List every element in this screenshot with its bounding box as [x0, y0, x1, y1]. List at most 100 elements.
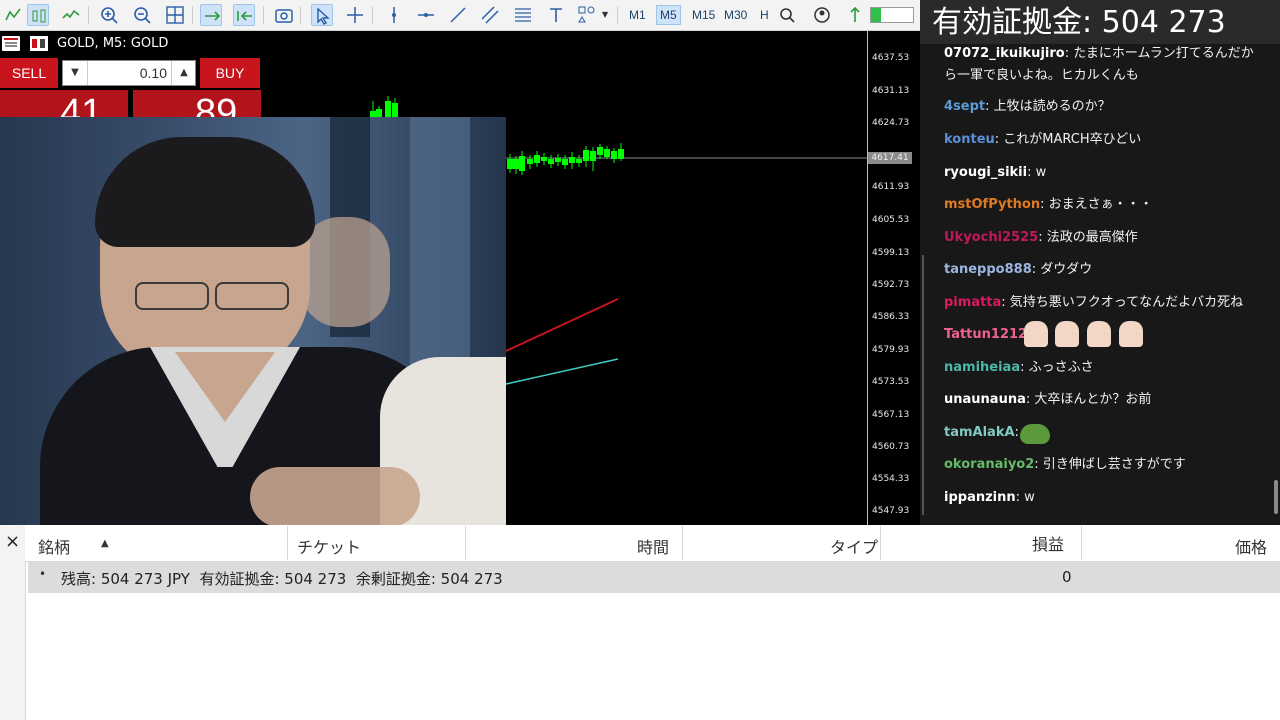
moving-average-teal — [505, 358, 619, 385]
shapes-icon[interactable] — [576, 4, 598, 26]
column-ticket[interactable]: チケット — [297, 534, 361, 558]
chat-username[interactable]: ryougi_sikii — [944, 165, 1027, 180]
candle-body — [569, 157, 575, 163]
price-tick-label: 4592.73 — [872, 280, 910, 290]
close-icon[interactable]: × — [5, 531, 20, 552]
chat-username[interactable]: mstOfPython — [944, 197, 1040, 212]
candle-body — [583, 150, 589, 161]
column-price[interactable]: 価格 — [1235, 534, 1267, 558]
volume-value[interactable]: 0.10 — [87, 61, 167, 85]
timeframe-m5[interactable]: M5 — [656, 5, 681, 25]
moving-average-red — [505, 298, 619, 352]
timeframe-m30[interactable]: M30 — [721, 5, 750, 25]
chat-message: mstOfPython: おまえさぁ・・・ — [944, 197, 1153, 212]
balance-text: 残高: 504 273 JPY 有効証拠金: 504 273 余剰証拠金: 50… — [61, 570, 503, 588]
signal-icon[interactable] — [844, 4, 866, 26]
price-tick-label: 4554.33 — [872, 474, 910, 484]
chat-username[interactable]: Ukyochi2525 — [944, 230, 1038, 245]
account-icon[interactable] — [811, 4, 833, 26]
candlestick-chart-icon[interactable] — [27, 4, 49, 26]
column-time[interactable]: 時間 — [637, 534, 669, 558]
candle-body — [534, 155, 540, 163]
column-type[interactable]: タイプ — [830, 534, 878, 558]
price-tick-label: 4573.53 — [872, 377, 910, 387]
tattun-emotes — [1024, 321, 1154, 349]
chat-message: konteu: これがMARCH卒ひどい — [944, 132, 1142, 147]
chat-username[interactable]: 4sept — [944, 99, 985, 114]
chat-username[interactable]: Tattun1212 — [944, 327, 1027, 342]
price-tick-label: 4611.93 — [872, 182, 910, 192]
chat-username[interactable]: 07072_ikuikujiro — [944, 46, 1065, 61]
price-tick-label: 4631.13 — [872, 86, 910, 96]
emote-icon — [1024, 321, 1048, 347]
price-axis — [867, 31, 868, 525]
chat-username[interactable]: ippanzinn — [944, 490, 1016, 505]
autoscroll-icon[interactable] — [200, 4, 222, 26]
chat-text: おまえさぁ・・・ — [1048, 197, 1153, 212]
chat-username[interactable]: konteu — [944, 132, 995, 147]
candle-body — [611, 151, 617, 159]
chart-toolbar: ▼ M1 M5 M15 M30 H — [0, 0, 920, 31]
chat-username[interactable]: pimatta — [944, 295, 1001, 310]
crosshair-icon[interactable] — [344, 4, 366, 26]
vertical-line-icon[interactable] — [383, 4, 405, 26]
candle-body — [597, 147, 603, 155]
timeframe-m1[interactable]: M1 — [626, 5, 649, 25]
column-profit[interactable]: 損益 — [1032, 531, 1064, 555]
profit-value: 0 — [1062, 568, 1072, 586]
channel-icon[interactable] — [479, 4, 501, 26]
chat-username[interactable]: unaunauna — [944, 392, 1026, 407]
candle-body — [590, 151, 596, 161]
fibonacci-icon[interactable] — [512, 4, 534, 26]
volume-increase-icon[interactable]: ▲ — [171, 61, 196, 85]
menu-icon[interactable] — [2, 36, 20, 51]
chat-text: 大卒ほんとか？お前 — [1034, 392, 1152, 407]
search-icon[interactable] — [776, 4, 798, 26]
screenshot-icon[interactable] — [273, 4, 295, 26]
chat-message: taneppo888: ダウダウ — [944, 262, 1093, 277]
chat-text: ふっさふさ — [1028, 360, 1094, 375]
horizontal-line-icon[interactable] — [415, 4, 437, 26]
equity-banner: 有効証拠金: 504 273 — [920, 0, 1280, 44]
grid-icon[interactable] — [164, 4, 186, 26]
cursor-icon[interactable] — [311, 4, 333, 26]
chat-text: 法政の最高傑作 — [1046, 230, 1138, 245]
volume-input[interactable]: ▼ 0.10 ▲ — [62, 60, 196, 86]
chart-title-bar: GOLD, M5: GOLD — [0, 33, 260, 55]
chat-message: ryougi_sikii: w — [944, 165, 1047, 180]
chat-text: ダウダウ — [1040, 262, 1093, 277]
emote-icon — [1087, 321, 1111, 347]
chat-username[interactable]: tamAlakA — [944, 425, 1015, 440]
column-symbol[interactable]: 銘柄 — [38, 534, 70, 558]
candle-body — [618, 149, 624, 159]
sort-ascending-icon[interactable]: ▲ — [101, 538, 109, 549]
chat-divider — [922, 255, 924, 515]
balance-row[interactable]: • 残高: 504 273 JPY 有効証拠金: 504 273 余剰証拠金: … — [28, 562, 1280, 593]
chat-scrollbar[interactable] — [1274, 480, 1278, 514]
line-chart-icon[interactable] — [60, 4, 82, 26]
candle-body — [541, 157, 547, 161]
trendline-icon[interactable] — [447, 4, 469, 26]
tick-chart-icon[interactable] — [2, 4, 24, 26]
chat-username[interactable]: namiheiaa — [944, 360, 1020, 375]
chat-message: okoranaiyo2: 引き伸ばし芸さすがです — [944, 457, 1186, 472]
shapes-dropdown-icon[interactable]: ▼ — [602, 10, 608, 19]
text-tool-icon[interactable] — [545, 4, 567, 26]
buy-button[interactable]: BUY — [200, 58, 260, 88]
zoom-out-icon[interactable] — [131, 4, 153, 26]
chat-text: これがMARCH卒ひどい — [1003, 132, 1142, 147]
timeframe-h[interactable]: H — [757, 5, 772, 25]
chat-message: 4sept: 上牧は読めるのか？ — [944, 99, 1111, 114]
price-tick-label: 4637.53 — [872, 53, 910, 63]
chat-username[interactable]: taneppo888 — [944, 262, 1032, 277]
chart-shift-icon[interactable] — [233, 4, 255, 26]
price-tick-label: 4579.93 — [872, 345, 910, 355]
bullet-icon: • — [39, 567, 47, 581]
volume-decrease-icon[interactable]: ▼ — [63, 61, 88, 85]
chat-username[interactable]: okoranaiyo2 — [944, 457, 1034, 472]
timeframe-m15[interactable]: M15 — [689, 5, 718, 25]
zoom-in-icon[interactable] — [98, 4, 120, 26]
current-price-label: 4617.41 — [868, 152, 912, 164]
candle-body — [392, 103, 398, 117]
sell-button[interactable]: SELL — [0, 58, 58, 88]
